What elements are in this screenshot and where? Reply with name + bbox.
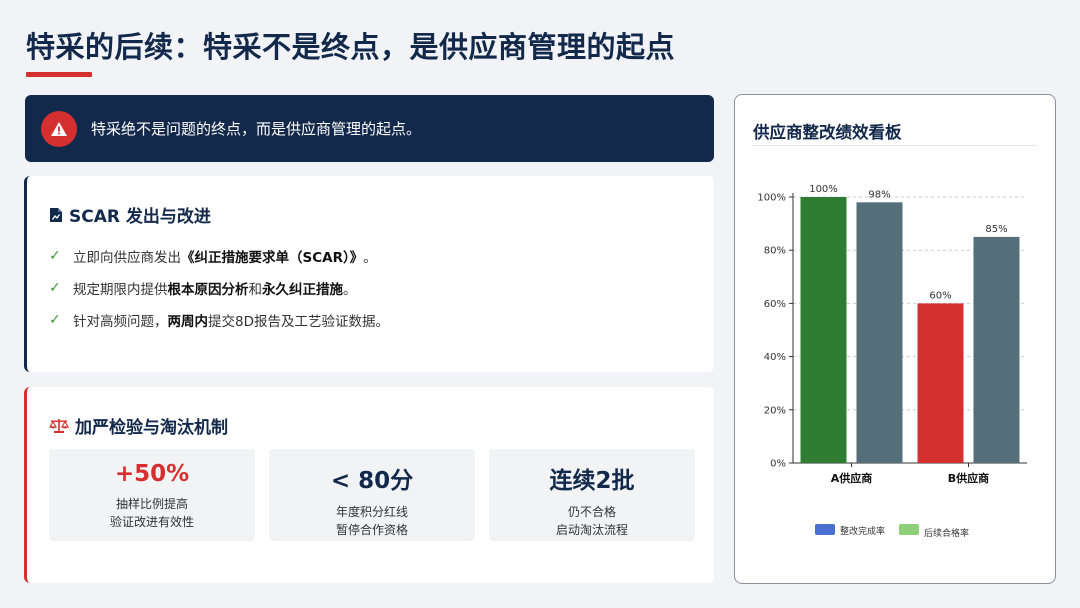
x-tick-label: B供应商: [948, 471, 989, 485]
check-text: 和: [248, 282, 263, 298]
bar-chart: 0% 20% 40% 60% 80% 100% 100% 98% A供应商 60% 85% B供应商整…: [757, 184, 1027, 539]
page-title: 特采的后续：特采不是终点，是供应商管理的起点: [26, 30, 676, 64]
stat-value: 连续2批: [549, 468, 635, 494]
x-tick-label: A供应商: [831, 471, 873, 485]
document-icon: [49, 207, 63, 223]
legend-label: 后续合格率: [924, 527, 969, 539]
stat-value: +50%: [114, 461, 190, 487]
y-tick-label: 60%: [764, 299, 786, 310]
y-tick-label: 80%: [764, 246, 786, 257]
check-item: ✓ 针对高频问题， 两周内 提交8D报告及工艺验证数据。: [49, 304, 389, 336]
y-tick-label: 0%: [770, 459, 786, 470]
stat-card-score: < 80分 年度积分红线 暂停合作资格: [269, 449, 475, 541]
stat-value: < 80分: [330, 468, 414, 494]
check-text: 。: [363, 250, 377, 266]
scale-icon: [49, 418, 69, 434]
strict-heading-text: 加严检验与淘汰机制: [75, 418, 228, 438]
check-text: 。: [343, 282, 357, 298]
check-bold: 永久纠正措施: [262, 282, 343, 298]
stat-line: 暂停合作资格: [335, 523, 408, 537]
check-text: 针对高频问题，: [73, 314, 168, 330]
legend-swatch: [815, 524, 835, 535]
bar: [917, 303, 964, 463]
data-label: 60%: [929, 290, 951, 301]
strict-heading: 加严检验与淘汰机制: [49, 413, 228, 438]
check-item: ✓ 规定期限内提供 根本原因分析和永久纠正措施。: [49, 272, 389, 304]
stat-line: 抽样比例提高: [115, 497, 188, 511]
legend-label: 整改完成率: [840, 525, 885, 537]
data-label: 100%: [809, 184, 838, 195]
y-tick-label: 100%: [757, 193, 786, 204]
alert-text: 特采绝不是问题的终点，而是供应商管理的起点。: [91, 120, 422, 138]
check-text: 规定期限内提供: [73, 282, 168, 298]
scar-heading-text: SCAR 发出与改进: [69, 207, 211, 227]
stat-line: 启动淘汰流程: [555, 523, 628, 537]
data-label: 98%: [868, 189, 890, 200]
y-tick-label: 40%: [764, 352, 786, 363]
check-icon: ✓: [49, 280, 61, 296]
check-text: 立即向供应商发出: [73, 250, 181, 266]
alert-banner: 特采绝不是问题的终点，而是供应商管理的起点。: [25, 95, 714, 162]
stat-line: 年度积分红线: [335, 505, 408, 519]
check-item: ✓ 立即向供应商发出 《纠正措施要求单（SCAR）》。: [49, 240, 389, 272]
scar-card: SCAR 发出与改进 ✓ 立即向供应商发出 《纠正措施要求单（SCAR）》。 ✓ …: [24, 176, 714, 372]
check-icon: ✓: [49, 248, 61, 264]
bar: [800, 197, 847, 463]
data-label: 85%: [985, 224, 1007, 235]
bar: [856, 202, 903, 463]
check-text: 提交8D报告及工艺验证数据。: [208, 314, 389, 330]
check-bold: 根本原因分析: [167, 282, 249, 298]
scar-heading: SCAR 发出与改进: [49, 202, 211, 227]
stat-line: 仍不合格: [567, 505, 616, 519]
check-icon: ✓: [49, 312, 61, 328]
legend-swatch: [899, 524, 919, 535]
y-tick-label: 20%: [764, 405, 786, 416]
stat-line: 验证改进有效性: [109, 515, 194, 529]
title-underline: [26, 72, 92, 77]
stat-card-sampling: +50% 抽样比例提高 验证改进有效性: [49, 449, 255, 541]
check-bold: 《纠正措施要求单（SCAR）》: [181, 250, 364, 266]
scar-check-list: ✓ 立即向供应商发出 《纠正措施要求单（SCAR）》。 ✓ 规定期限内提供 根本原因…: [49, 240, 389, 336]
check-bold: 两周内: [167, 314, 209, 330]
strict-inspection-card: 加严检验与淘汰机制 +50% 抽样比例提高 验证改进有效性 < 80分 年度积分…: [24, 387, 714, 583]
bar: [973, 236, 1020, 463]
stats-row: +50% 抽样比例提高 验证改进有效性 < 80分 年度积分红线 暂停合作资格 …: [49, 449, 695, 541]
dashboard-panel: 供应商整改绩效看板 0% 20% 40% 60% 80% 100% 100% 98% A供应商 6…: [734, 94, 1056, 584]
warning-icon: [41, 110, 77, 147]
stat-card-batches: 连续2批 仍不合格 启动淘汰流程: [489, 449, 695, 541]
